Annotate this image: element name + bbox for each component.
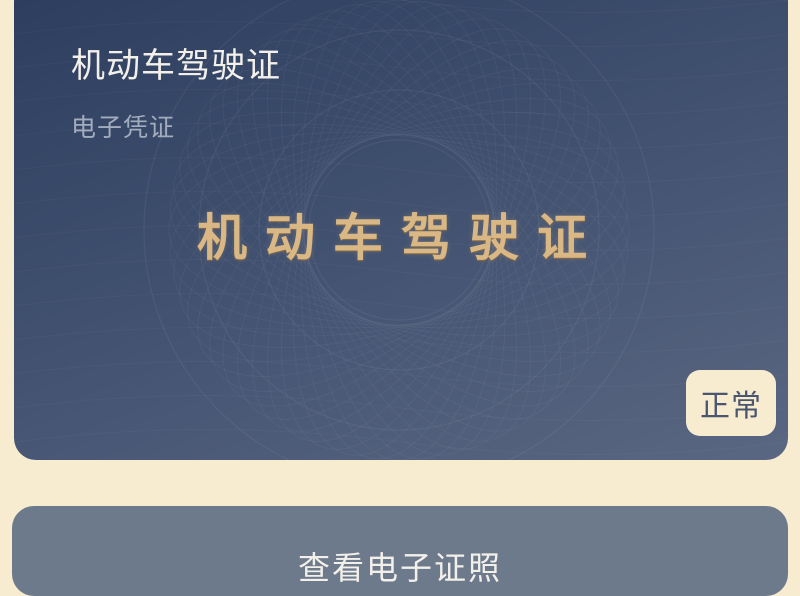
card-title: 机动车驾驶证 — [71, 46, 281, 86]
view-e-license-button[interactable]: 查看电子证照 — [12, 506, 788, 596]
card-subtitle: 电子凭证 — [71, 113, 176, 142]
status-badge: 正常 — [686, 370, 776, 436]
license-card[interactable]: 机动车驾驶证 电子凭证 机动车驾驶证 正常 — [14, 0, 788, 460]
card-emblem-text: 机动车驾驶证 — [197, 208, 605, 267]
